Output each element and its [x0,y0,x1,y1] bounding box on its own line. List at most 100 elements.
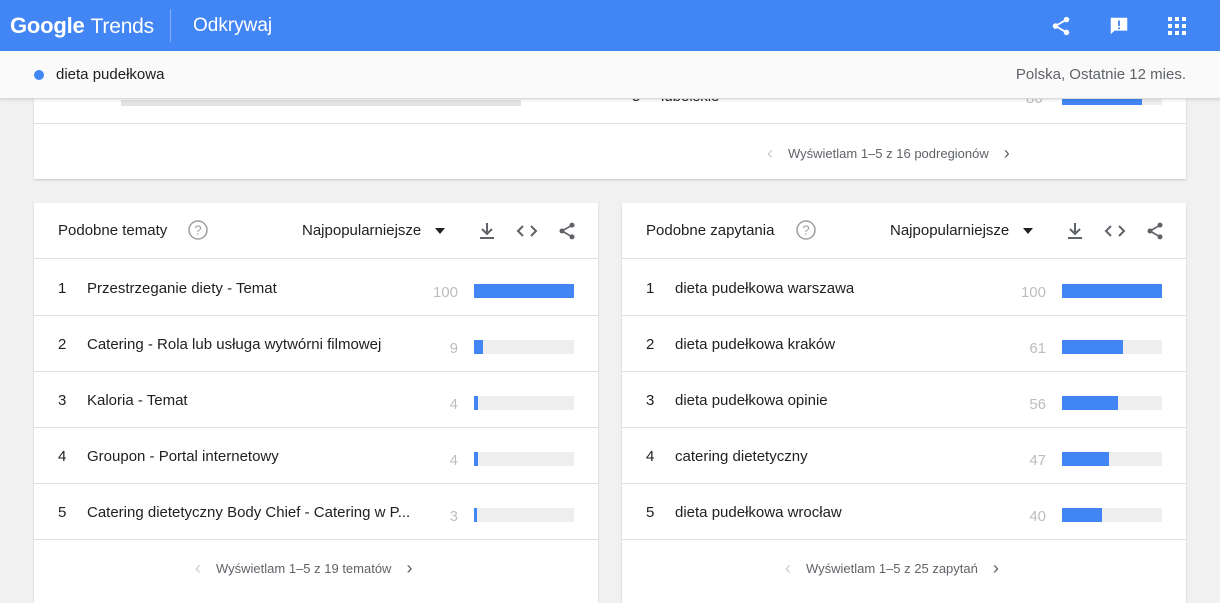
item-value: 61 [1029,340,1046,357]
header-actions [1032,0,1206,51]
svg-text:?: ? [802,223,809,238]
item-bar-fill [474,452,478,466]
item-name[interactable]: dieta pudełkowa wrocław [675,504,842,521]
queries-sort-select[interactable]: Najpopularniejsze [890,222,1034,239]
list-item[interactable]: 1 Przestrzeganie diety - Temat 100 [34,260,598,316]
apps-button[interactable] [1148,6,1206,46]
queries-pager-label: Wyświetlam 1–5 z 25 zapytań [806,561,978,576]
item-rank: 1 [646,280,655,297]
list-item[interactable]: 3 Kaloria - Temat 4 [34,372,598,428]
list-item[interactable]: 2 dieta pudełkowa kraków 61 [622,316,1186,372]
item-bar [1062,452,1162,466]
top-app-bar: Google Trends Odkrywaj [0,0,1220,51]
item-value: 9 [449,340,458,357]
topics-pager: ‹ Wyświetlam 1–5 z 19 tematów › [188,558,419,579]
help-icon[interactable]: ? [188,220,208,240]
item-rank: 5 [58,504,67,521]
item-bar-fill [1062,452,1109,466]
item-value: 100 [1020,284,1046,301]
item-rank: 2 [58,336,67,353]
item-value: 3 [449,508,458,525]
item-name[interactable]: Przestrzeganie diety - Temat [87,280,277,297]
logo-google: Google [10,12,85,38]
list-item[interactable]: 1 dieta pudełkowa warszawa 100 [622,260,1186,316]
item-name[interactable]: dieta pudełkowa warszawa [675,280,854,297]
item-value: 100 [432,284,458,301]
item-name[interactable]: Catering - Rola lub usługa wytwórni film… [87,336,381,353]
topics-pager-label: Wyświetlam 1–5 z 19 tematów [216,561,392,576]
share-button[interactable] [1032,6,1090,46]
item-name[interactable]: dieta pudełkowa opinie [675,392,828,409]
item-value: 56 [1029,396,1046,413]
item-rank: 3 [58,392,67,409]
item-bar [1062,396,1162,410]
region-pager: ‹ Wyświetlam 1–5 z 16 podregionów › [760,143,1017,164]
item-bar-fill [1062,284,1162,298]
item-value: 40 [1029,508,1046,525]
topics-sort-select[interactable]: Najpopularniejsze [302,222,446,239]
search-term-bar: dieta pudełkowa Polska, Ostatnie 12 mies… [0,51,1220,99]
embed-button[interactable] [1103,219,1127,243]
download-icon [480,223,494,239]
list-item[interactable]: 3 dieta pudełkowa opinie 56 [622,372,1186,428]
item-bar [1062,340,1162,354]
next-page-button[interactable]: › [399,558,419,579]
next-page-button[interactable]: › [997,143,1017,164]
item-rank: 1 [58,280,67,297]
region-map[interactable] [121,100,521,106]
item-bar-fill [474,340,483,354]
item-value: 4 [449,396,458,413]
feedback-button[interactable] [1090,6,1148,46]
queries-pager: ‹ Wyświetlam 1–5 z 25 zapytań › [778,558,1006,579]
chevron-down-icon [435,227,446,234]
item-name[interactable]: catering dietetyczny [675,448,808,465]
share-list-button[interactable] [1143,219,1167,243]
svg-text:?: ? [194,223,201,238]
feedback-icon [1110,17,1128,34]
related-queries-list: 1 dieta pudełkowa warszawa 100 2 dieta pudeł… [622,260,1186,540]
apps-icon [1168,16,1186,35]
item-bar [474,396,574,410]
next-page-button[interactable]: › [986,558,1006,579]
region-row-bar-fill [1062,98,1142,105]
help-icon[interactable]: ? [796,220,816,240]
item-rank: 4 [646,448,655,465]
related-queries-card: Podobne zapytania ? Najpopularniejsze 1 d… [622,203,1186,603]
list-item[interactable]: 2 Catering - Rola lub usługa wytwórni fil… [34,316,598,372]
download-icon [1068,223,1082,239]
prev-page-button[interactable]: ‹ [760,143,780,164]
prev-page-button[interactable]: ‹ [188,558,208,579]
google-trends-logo[interactable]: Google Trends [10,13,154,39]
term-scope[interactable]: Polska, Ostatnie 12 mies. [1016,66,1186,83]
related-topics-card: Podobne tematy ? Najpopularniejsze 1 Prze… [34,203,598,603]
queries-sort-label: Najpopularniejsze [890,222,1010,239]
related-queries-header: Podobne zapytania ? Najpopularniejsze [622,203,1186,259]
share-icon [559,222,575,240]
item-bar [474,452,574,466]
share-icon [1147,222,1163,240]
item-name[interactable]: Kaloria - Temat [87,392,188,409]
download-button[interactable] [1063,219,1087,243]
share-list-button[interactable] [555,219,579,243]
chevron-down-icon [1023,227,1034,234]
embed-icon [516,225,538,237]
embed-button[interactable] [515,219,539,243]
list-item[interactable]: 5 dieta pudełkowa wrocław 40 [622,484,1186,540]
item-name[interactable]: Catering dietetyczny Body Chief - Cateri… [87,504,410,521]
prev-page-button[interactable]: ‹ [778,558,798,579]
item-rank: 2 [646,336,655,353]
page-title: Odkrywaj [192,14,273,36]
download-button[interactable] [475,219,499,243]
item-name[interactable]: dieta pudełkowa kraków [675,336,835,353]
topics-sort-label: Najpopularniejsze [302,222,422,239]
item-bar-fill [1062,396,1118,410]
item-bar [474,340,574,354]
item-bar [1062,508,1162,522]
list-item[interactable]: 5 Catering dietetyczny Body Chief - Cater… [34,484,598,540]
list-item[interactable]: 4 catering dietetyczny 47 [622,428,1186,484]
region-row-bar [1062,98,1162,105]
region-divider [34,123,1186,124]
logo-trends: Trends [90,14,155,38]
list-item[interactable]: 4 Groupon - Portal internetowy 4 [34,428,598,484]
item-name[interactable]: Groupon - Portal internetowy [87,448,279,465]
